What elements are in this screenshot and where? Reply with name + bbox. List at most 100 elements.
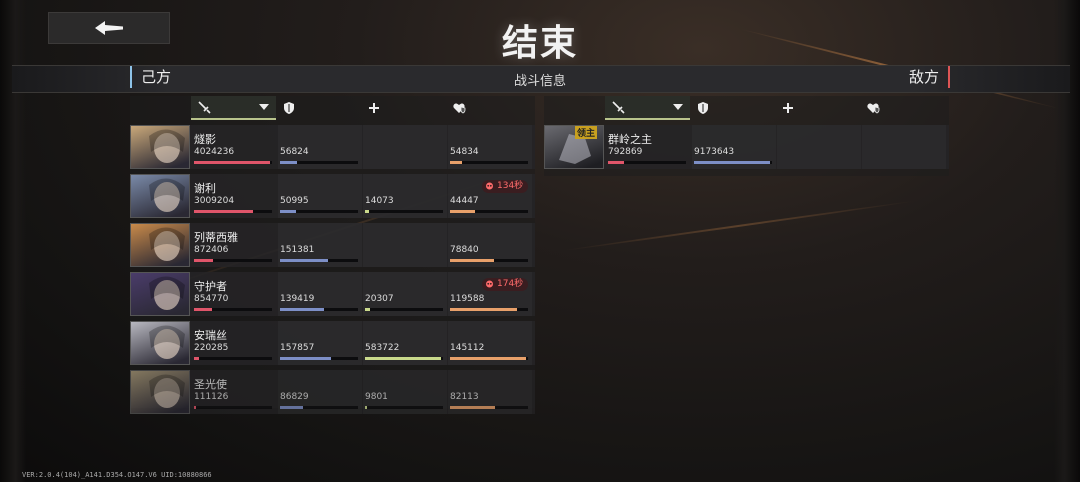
damage-value: 854770	[194, 294, 229, 304]
shield-sort-tab[interactable]	[452, 96, 466, 120]
damage-bar-fill	[194, 406, 197, 409]
enemy-tank-sort-tab[interactable]	[696, 96, 710, 120]
stat-cell	[777, 125, 861, 169]
damage-bar	[194, 259, 272, 262]
tank-value: 151381	[280, 245, 315, 255]
character-avatar	[130, 272, 190, 316]
damage-bar-fill	[194, 357, 199, 360]
tank-bar-fill	[694, 161, 771, 164]
damage-bar	[194, 308, 272, 311]
tank-bar-fill	[280, 357, 331, 360]
boss-tag: 领主	[575, 126, 598, 139]
shield-value: 54834	[450, 147, 479, 157]
tank-value: 50995	[280, 196, 309, 206]
tank-bar	[280, 308, 358, 311]
shield-value: 145112	[450, 343, 485, 353]
tank-bar-fill	[280, 210, 296, 213]
ally-row[interactable]: 圣光使 111126 86829 9801 82113	[130, 370, 535, 414]
shield-value: 82113	[450, 392, 479, 402]
enemy-row[interactable]: 领主 群岭之主 792869 9173643	[544, 125, 949, 169]
shield-bar	[450, 357, 528, 360]
death-time-text: 134秒	[497, 181, 524, 191]
stat-cell	[862, 125, 946, 169]
heart-shield-icon	[867, 103, 880, 114]
heal-value: 583722	[365, 343, 400, 353]
character-name: 列蒂西雅	[194, 231, 238, 244]
enemy-name: 群岭之主	[608, 133, 652, 146]
heal-bar-fill	[365, 210, 369, 213]
heal-bar-fill	[365, 406, 368, 409]
damage-bar	[608, 161, 686, 164]
ally-row[interactable]: 安瑞丝 220285 157857 583722 145112	[130, 321, 535, 365]
chevron-down-icon	[259, 104, 269, 110]
tank-bar-fill	[280, 161, 298, 164]
shield-icon	[284, 102, 294, 114]
character-name: 圣光使	[194, 378, 227, 391]
shield-value: 78840	[450, 245, 479, 255]
heal-plus-icon	[369, 103, 379, 113]
damage-bar	[194, 357, 272, 360]
enemy-damage-sort-tab[interactable]	[605, 96, 690, 120]
shield-icon	[698, 102, 708, 114]
tank-bar	[280, 259, 358, 262]
ally-row[interactable]: 燧影 4024236 56824 54834	[130, 125, 535, 169]
tank-bar	[280, 161, 358, 164]
heal-bar	[365, 308, 443, 311]
heal-bar	[365, 210, 443, 213]
damage-value: 3009204	[194, 196, 235, 206]
enemy-heal-sort-tab[interactable]	[781, 96, 795, 120]
character-avatar	[130, 174, 190, 218]
heart-shield-icon	[453, 103, 466, 114]
damage-bar	[194, 406, 272, 409]
ally-row[interactable]: 列蒂西雅 872406 151381 78840	[130, 223, 535, 267]
page-title: 结束	[501, 23, 578, 64]
stat-cell	[363, 223, 447, 267]
shield-bar-fill	[450, 357, 527, 360]
shield-bar	[450, 210, 528, 213]
death-time-badge: 174秒	[482, 278, 529, 291]
heal-sort-tab[interactable]	[367, 96, 381, 120]
character-name: 谢利	[194, 182, 216, 195]
heal-value: 20307	[365, 294, 394, 304]
death-time-text: 174秒	[497, 279, 524, 289]
character-name: 安瑞丝	[194, 329, 227, 342]
tank-value: 157857	[280, 343, 315, 353]
shield-bar	[450, 259, 528, 262]
damage-bar-fill	[608, 161, 624, 164]
shield-bar	[450, 161, 528, 164]
heal-bar	[365, 357, 443, 360]
skull-icon	[486, 280, 493, 288]
shield-bar-fill	[450, 161, 463, 164]
shield-bar	[450, 308, 528, 311]
enemy-shield-sort-tab[interactable]	[866, 96, 880, 120]
heal-bar-fill	[365, 357, 442, 360]
damage-bar-fill	[194, 259, 213, 262]
shield-bar-fill	[450, 308, 518, 311]
damage-value: 111126	[194, 392, 229, 402]
damage-bar	[194, 210, 272, 213]
chevron-down-icon	[673, 104, 683, 110]
heal-bar-fill	[365, 308, 370, 311]
tank-bar	[280, 406, 358, 409]
damage-sort-tab[interactable]	[191, 96, 276, 120]
light-streak	[559, 199, 917, 252]
character-avatar	[130, 223, 190, 267]
shield-value: 119588	[450, 294, 485, 304]
enemy-side-label: 敌方	[909, 66, 950, 88]
character-avatar	[130, 321, 190, 365]
tank-sort-tab[interactable]	[282, 96, 296, 120]
ally-row[interactable]: 谢利 3009204 50995 14073 44447 134秒	[130, 174, 535, 218]
damage-value: 792869	[608, 147, 643, 157]
shield-bar-fill	[450, 406, 496, 409]
tank-bar	[280, 210, 358, 213]
ally-row[interactable]: 守护者 854770 139419 20307 119588 174秒	[130, 272, 535, 316]
heal-plus-icon	[783, 103, 793, 113]
tank-bar-fill	[280, 406, 304, 409]
skull-icon	[486, 182, 493, 190]
damage-value: 220285	[194, 343, 229, 353]
tank-value: 9173643	[694, 147, 735, 157]
damage-value: 4024236	[194, 147, 235, 157]
shield-value: 44447	[450, 196, 479, 206]
character-avatar	[130, 125, 190, 169]
enemy-avatar: 领主	[544, 125, 604, 169]
